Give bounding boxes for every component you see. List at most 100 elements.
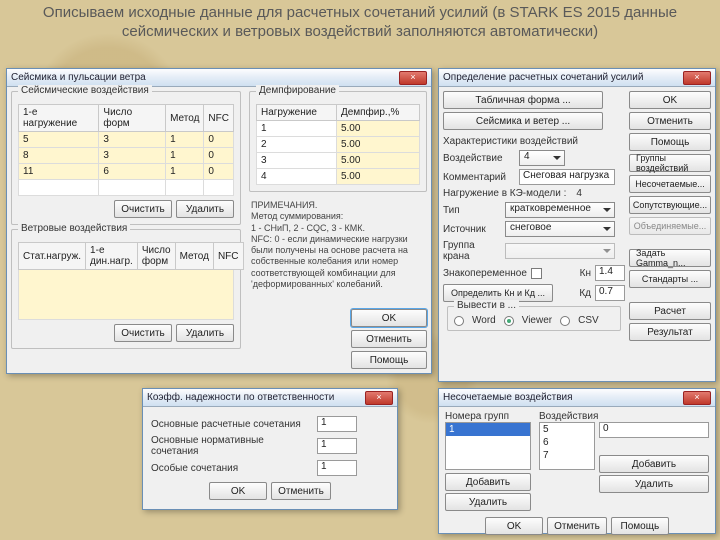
label: Нагружение в КЭ-модели : — [443, 188, 566, 199]
gamma-button[interactable]: Задать Gamma_n... — [629, 249, 711, 267]
label: Характеристики воздействий — [443, 136, 625, 147]
titlebar[interactable]: Коэфф. надежности по ответственности × — [143, 389, 397, 407]
notes-text: ПРИМЕЧАНИЯ. Метод суммирования: 1 - СНиП… — [245, 196, 431, 294]
delete-button[interactable]: Удалить — [176, 324, 234, 342]
label: Номера групп — [445, 411, 531, 422]
titlebar[interactable]: Определение расчетных сочетаний усилий × — [439, 69, 715, 87]
ok-button[interactable]: OK — [629, 91, 711, 109]
table-row: 25.00 — [257, 137, 420, 153]
close-icon[interactable]: × — [683, 391, 711, 405]
legend: Вывести в ... — [454, 300, 519, 311]
help-button[interactable]: Помощь — [611, 517, 669, 535]
input-main-norm[interactable]: 1 — [317, 438, 357, 454]
window-coeff: Коэфф. надежности по ответственности × О… — [142, 388, 398, 510]
seismic-table[interactable]: 1-е нагружениеЧисло формМетодNFC 5310 83… — [18, 104, 234, 196]
close-icon[interactable]: × — [683, 71, 711, 85]
calc-button[interactable]: Расчет — [629, 302, 711, 320]
cancel-button[interactable]: Отменить — [351, 330, 427, 348]
damping-table[interactable]: НагружениеДемпфир.,% 15.00 25.00 35.00 4… — [256, 104, 420, 185]
radio-word[interactable] — [454, 316, 464, 326]
help-button[interactable]: Помощь — [351, 351, 427, 369]
radio-csv[interactable] — [560, 316, 570, 326]
label: Источник — [443, 224, 499, 235]
input-comment[interactable]: Снеговая нагрузка — [519, 169, 615, 185]
clear-button[interactable]: Очистить — [114, 324, 172, 342]
input-special[interactable]: 1 — [317, 460, 357, 476]
legend: Ветровые воздействия — [18, 223, 130, 234]
input-kd[interactable]: 0.7 — [595, 285, 625, 301]
window-incompatible: Несочетаемые воздействия × Номера групп … — [438, 388, 716, 534]
delete-button[interactable]: Удалить — [176, 200, 234, 218]
label: Основные расчетные сочетания — [151, 419, 311, 430]
table-row: 15.00 — [257, 121, 420, 137]
label: Воздействие — [443, 153, 513, 164]
combo-crane — [505, 243, 615, 259]
checkbox-sign[interactable] — [531, 268, 542, 279]
unified-button: Объединяемые... — [629, 217, 711, 235]
incompatible-button[interactable]: Несочетаемые... — [629, 175, 711, 193]
legend: Сейсмические воздействия — [18, 85, 152, 96]
legend: Демпфирование — [256, 85, 339, 96]
cancel-button[interactable]: Отменить — [629, 112, 711, 130]
result-button[interactable]: Результат — [629, 323, 711, 341]
title-text: Определение расчетных сочетаний усилий — [443, 72, 683, 83]
table-row: 35.00 — [257, 153, 420, 169]
title-text: Сейсмика и пульсации ветра — [11, 72, 399, 83]
label: Кд — [579, 288, 591, 299]
label: Комментарий — [443, 172, 513, 183]
window-rsu: Определение расчетных сочетаний усилий ×… — [438, 68, 716, 382]
help-button[interactable]: Помощь — [629, 133, 711, 151]
combo-type[interactable]: кратковременное — [505, 202, 615, 218]
table-row: 5310 — [19, 132, 234, 148]
vozd-list[interactable]: 5 6 7 — [539, 422, 595, 470]
title-text: Коэфф. надежности по ответственности — [147, 392, 365, 403]
fieldset-wind: Ветровые воздействия Стат.нагруж.1-е дин… — [11, 229, 241, 349]
combo-source[interactable]: снеговое — [505, 221, 615, 237]
ok-button[interactable]: OK — [209, 482, 267, 500]
cancel-button[interactable]: Отменить — [547, 517, 607, 535]
groups-button[interactable]: Группы воздействий — [629, 154, 711, 172]
page-title: Описываем исходные данные для расчетных … — [0, 4, 720, 42]
radio-viewer[interactable] — [504, 316, 514, 326]
wind-table[interactable]: Стат.нагруж.1-е дин.нагр.Число формМетод… — [18, 242, 244, 270]
fieldset-damping: Демпфирование НагружениеДемпфир.,% 15.00… — [249, 91, 427, 192]
ok-button[interactable]: OK — [351, 309, 427, 327]
label: Воздействия — [539, 411, 709, 422]
delete-vozd-button[interactable]: Удалить — [599, 475, 709, 493]
label: Кн — [580, 268, 591, 279]
seismic-wind-button[interactable]: Сейсмика и ветер ... — [443, 112, 603, 130]
titlebar[interactable]: Несочетаемые воздействия × — [439, 389, 715, 407]
input-kn[interactable]: 1.4 — [595, 265, 625, 281]
input-main-calc[interactable]: 1 — [317, 416, 357, 432]
close-icon[interactable]: × — [399, 71, 427, 85]
delete-group-button[interactable]: Удалить — [445, 493, 531, 511]
label: Группа крана — [443, 240, 499, 262]
input-new-vozd[interactable]: 0 — [599, 422, 709, 438]
accompanying-button[interactable]: Сопутствующие... — [629, 196, 711, 214]
add-group-button[interactable]: Добавить — [445, 473, 531, 491]
standards-button[interactable]: Стандарты ... — [629, 270, 711, 288]
add-vozd-button[interactable]: Добавить — [599, 455, 709, 473]
list-item: 5 — [540, 423, 594, 436]
list-item: 6 — [540, 436, 594, 449]
table-row: 8310 — [19, 148, 234, 164]
table-row: 45.00 — [257, 169, 420, 185]
label: Основные нормативные сочетания — [151, 435, 311, 457]
value: 4 — [576, 188, 582, 199]
table-form-button[interactable]: Табличная форма ... — [443, 91, 603, 109]
label: Особые сочетания — [151, 463, 311, 474]
combo-vozd[interactable]: 4 — [519, 150, 565, 166]
label: Знакопеременное — [443, 268, 527, 279]
groups-list[interactable]: 1 — [445, 422, 531, 470]
title-text: Несочетаемые воздействия — [443, 392, 683, 403]
clear-button[interactable]: Очистить — [114, 200, 172, 218]
close-icon[interactable]: × — [365, 391, 393, 405]
list-item: 1 — [446, 423, 530, 436]
cancel-button[interactable]: Отменить — [271, 482, 331, 500]
label: Тип — [443, 205, 499, 216]
ok-button[interactable]: OK — [485, 517, 543, 535]
table-row — [19, 180, 234, 196]
fieldset-seismic: Сейсмические воздействия 1-е нагружениеЧ… — [11, 91, 241, 225]
list-item: 7 — [540, 449, 594, 462]
window-seismic: Сейсмика и пульсации ветра × Сейсмически… — [6, 68, 432, 374]
